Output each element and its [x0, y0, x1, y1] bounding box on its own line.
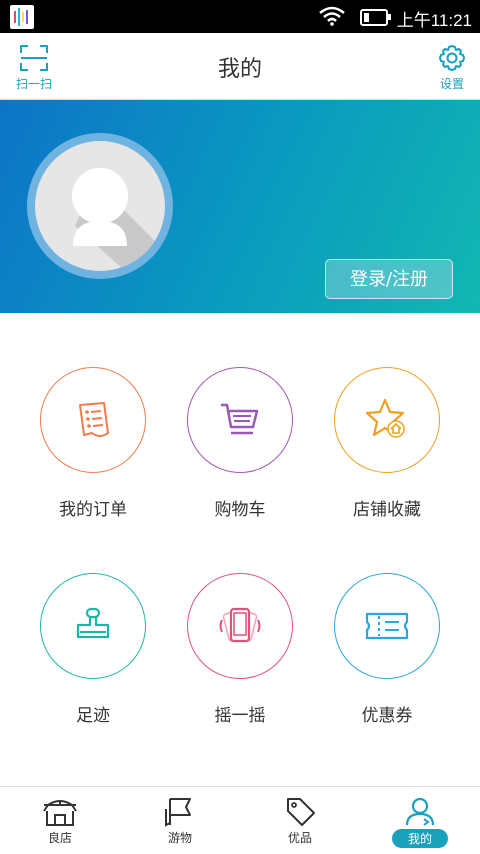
coupons-label: 优惠券 [361, 706, 413, 726]
user-icon [405, 797, 435, 826]
shake-circle [187, 573, 293, 679]
tab-mine-label: 我的 [391, 829, 448, 848]
shake-phone-icon [219, 607, 261, 643]
coupons-item[interactable]: 优惠券 [314, 573, 460, 726]
ticket-icon [365, 612, 409, 640]
tab-featured[interactable]: 优品 [240, 787, 360, 854]
cart-icon [221, 403, 259, 435]
my-orders-item[interactable]: 我的订单 [20, 367, 166, 520]
shake-item[interactable]: 摇一摇 [167, 573, 313, 726]
order-list-icon [79, 402, 109, 437]
settings-label: 设置 [439, 77, 464, 91]
tab-mine[interactable]: 我的 [360, 787, 480, 854]
star-store-icon [365, 398, 405, 438]
shopping-cart-item[interactable]: 购物车 [167, 367, 313, 520]
store-favorites-label: 店铺收藏 [353, 500, 421, 520]
tab-travel-goods-label: 游物 [167, 831, 192, 845]
tab-good-stores-label: 良店 [47, 831, 72, 845]
wifi-icon [318, 6, 346, 30]
avatar[interactable] [35, 141, 165, 271]
tab-good-stores[interactable]: 良店 [0, 787, 120, 854]
shopping-cart-circle [187, 367, 293, 473]
shake-label: 摇一摇 [214, 706, 266, 726]
status-bar: 上午11:21 [0, 0, 480, 33]
footprints-item[interactable]: 足迹 [20, 573, 166, 726]
settings-button[interactable]: 设置 [424, 41, 480, 92]
title-bar: 扫一扫 我的 设置 [0, 33, 480, 100]
price-tag-icon [287, 798, 315, 826]
store-favorites-circle [334, 367, 440, 473]
battery-icon [360, 9, 391, 26]
tab-travel-goods[interactable]: 游物 [120, 787, 240, 854]
gear-icon [439, 45, 465, 71]
storefront-icon [43, 800, 77, 826]
app-notification-icon [10, 5, 34, 29]
my-orders-circle [40, 367, 146, 473]
map-flag-icon [165, 798, 191, 827]
stamp-icon [76, 607, 110, 639]
bottom-tab-bar: 良店 游物 优品 我的 [0, 786, 480, 854]
footprints-circle [40, 573, 146, 679]
login-register-button[interactable]: 登录/注册 [325, 259, 453, 299]
shopping-cart-label: 购物车 [214, 500, 266, 520]
footprints-label: 足迹 [76, 706, 110, 726]
store-favorites-item[interactable]: 店铺收藏 [314, 367, 460, 520]
tab-featured-label: 优品 [287, 831, 312, 845]
status-time: 上午11:21 [396, 11, 472, 30]
default-user-icon [72, 168, 165, 271]
page-title: 我的 [217, 57, 262, 82]
my-orders-label: 我的订单 [59, 500, 127, 520]
coupons-circle [334, 573, 440, 679]
